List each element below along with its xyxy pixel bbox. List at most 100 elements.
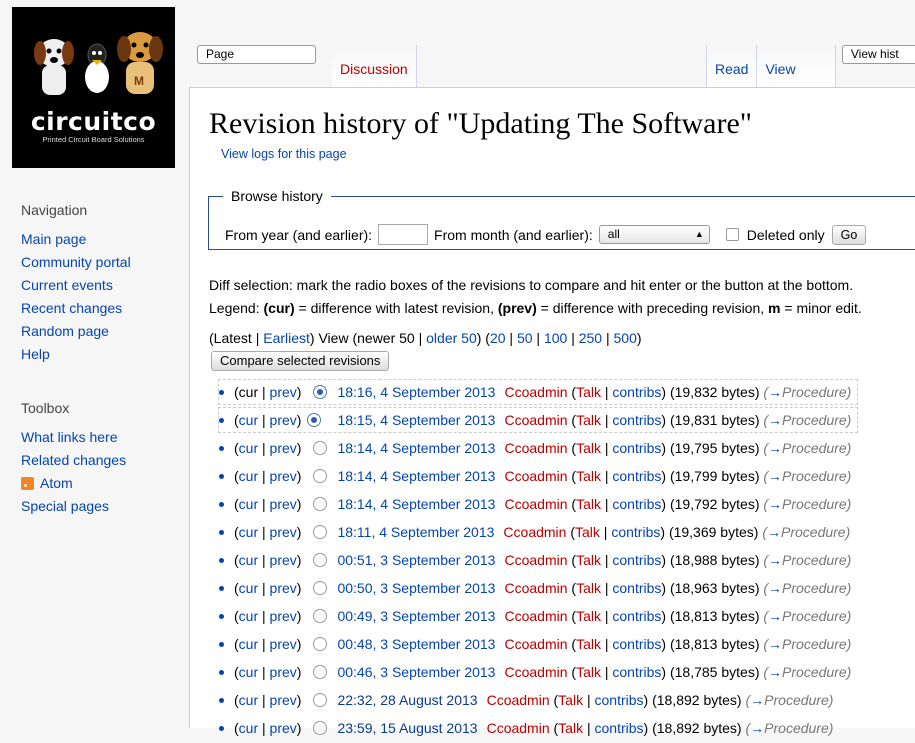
- cur-link[interactable]: cur: [239, 580, 258, 596]
- site-logo[interactable]: M circuitco Printed Circuit Board Soluti…: [12, 7, 175, 168]
- cur-link[interactable]: cur: [239, 468, 258, 484]
- revision-radio[interactable]: [313, 665, 328, 679]
- go-button[interactable]: Go: [831, 224, 867, 245]
- section-arrow-icon[interactable]: →: [768, 632, 782, 656]
- revision-timestamp[interactable]: 00:50, 3 September 2013: [337, 576, 495, 600]
- prev-link[interactable]: prev: [270, 524, 297, 540]
- section-arrow-icon[interactable]: →: [768, 436, 782, 460]
- prev-link[interactable]: prev: [270, 720, 297, 736]
- revision-timestamp[interactable]: 18:16, 4 September 2013: [337, 380, 495, 404]
- pager-limit-50[interactable]: 50: [517, 330, 533, 346]
- nav-main-page[interactable]: Main page: [21, 231, 86, 247]
- revision-radio[interactable]: [313, 553, 328, 567]
- cur-link[interactable]: cur: [239, 636, 258, 652]
- user-talk-link[interactable]: Talk: [576, 660, 601, 684]
- revision-user[interactable]: Ccoadmin: [504, 660, 567, 684]
- cur-link[interactable]: cur: [239, 440, 258, 456]
- nav-current-events[interactable]: Current events: [21, 277, 113, 293]
- revision-radio[interactable]: [313, 469, 328, 483]
- user-talk-link[interactable]: Talk: [576, 492, 601, 516]
- user-contribs-link[interactable]: contribs: [595, 716, 644, 740]
- cur-link[interactable]: cur: [239, 412, 258, 428]
- revision-timestamp[interactable]: 22:32, 28 August 2013: [337, 688, 477, 712]
- user-contribs-link[interactable]: contribs: [611, 520, 660, 544]
- user-talk-link[interactable]: Talk: [576, 548, 601, 572]
- nav-recent-changes[interactable]: Recent changes: [21, 300, 122, 316]
- tab-page[interactable]: Page: [197, 45, 316, 64]
- view-logs-link[interactable]: View logs for this page: [221, 147, 347, 161]
- section-arrow-icon[interactable]: →: [768, 548, 782, 572]
- cur-link[interactable]: cur: [239, 608, 258, 624]
- section-arrow-icon[interactable]: →: [768, 380, 782, 404]
- toolbox-atom[interactable]: Atom: [40, 475, 73, 491]
- prev-link[interactable]: prev: [270, 552, 297, 568]
- revision-user[interactable]: Ccoadmin: [504, 380, 567, 404]
- revision-user[interactable]: Ccoadmin: [503, 520, 566, 544]
- user-contribs-link[interactable]: contribs: [595, 688, 644, 712]
- prev-link[interactable]: prev: [270, 412, 297, 428]
- revision-user[interactable]: Ccoadmin: [504, 604, 567, 628]
- revision-user[interactable]: Ccoadmin: [504, 436, 567, 460]
- revision-radio[interactable]: [313, 581, 328, 595]
- revision-radio[interactable]: [313, 385, 328, 399]
- section-arrow-icon[interactable]: →: [767, 520, 781, 544]
- revision-user[interactable]: Ccoadmin: [504, 576, 567, 600]
- section-arrow-icon[interactable]: →: [768, 604, 782, 628]
- user-talk-link[interactable]: Talk: [576, 408, 601, 432]
- section-arrow-icon[interactable]: →: [768, 408, 782, 432]
- user-contribs-link[interactable]: contribs: [612, 464, 661, 488]
- toolbox-what-links-here[interactable]: What links here: [21, 429, 117, 445]
- tab-read[interactable]: Read: [706, 45, 758, 88]
- pager-limit-20[interactable]: 20: [490, 330, 506, 346]
- revision-user[interactable]: Ccoadmin: [487, 716, 550, 740]
- revision-timestamp[interactable]: 00:48, 3 September 2013: [337, 632, 495, 656]
- nav-random-page[interactable]: Random page: [21, 323, 109, 339]
- cur-link[interactable]: cur: [239, 720, 258, 736]
- pager-older[interactable]: older 50: [426, 330, 477, 346]
- revision-radio[interactable]: [313, 441, 328, 455]
- user-talk-link[interactable]: Talk: [558, 688, 583, 712]
- prev-link[interactable]: prev: [270, 692, 297, 708]
- revision-timestamp[interactable]: 00:49, 3 September 2013: [337, 604, 495, 628]
- cur-link[interactable]: cur: [239, 552, 258, 568]
- cur-link[interactable]: cur: [239, 524, 258, 540]
- pager-limit-500[interactable]: 500: [614, 330, 637, 346]
- prev-link[interactable]: prev: [270, 608, 297, 624]
- tab-view-history[interactable]: View hist: [841, 45, 915, 64]
- section-arrow-icon[interactable]: →: [768, 576, 782, 600]
- user-talk-link[interactable]: Talk: [576, 632, 601, 656]
- user-contribs-link[interactable]: contribs: [612, 660, 661, 684]
- revision-timestamp[interactable]: 18:14, 4 September 2013: [337, 464, 495, 488]
- user-contribs-link[interactable]: contribs: [612, 576, 661, 600]
- user-talk-link[interactable]: Talk: [576, 604, 601, 628]
- revision-timestamp[interactable]: 18:11, 4 September 2013: [337, 520, 494, 544]
- tab-discussion[interactable]: Discussion: [332, 45, 417, 88]
- pager-limit-100[interactable]: 100: [544, 330, 567, 346]
- year-input[interactable]: [378, 224, 429, 245]
- revision-radio[interactable]: [313, 609, 328, 623]
- revision-radio[interactable]: [313, 497, 328, 511]
- user-contribs-link[interactable]: contribs: [612, 492, 661, 516]
- user-contribs-link[interactable]: contribs: [612, 604, 661, 628]
- pager-limit-250[interactable]: 250: [579, 330, 602, 346]
- cur-link[interactable]: cur: [239, 664, 258, 680]
- prev-link[interactable]: prev: [270, 496, 297, 512]
- user-talk-link[interactable]: Talk: [576, 576, 601, 600]
- revision-user[interactable]: Ccoadmin: [504, 548, 567, 572]
- user-contribs-link[interactable]: contribs: [612, 436, 661, 460]
- revision-radio[interactable]: [313, 637, 328, 651]
- user-talk-link[interactable]: Talk: [558, 716, 583, 740]
- revision-timestamp[interactable]: 23:59, 15 August 2013: [337, 716, 477, 740]
- deleted-only-checkbox[interactable]: [725, 228, 739, 241]
- revision-user[interactable]: Ccoadmin: [504, 464, 567, 488]
- revision-user[interactable]: Ccoadmin: [504, 408, 567, 432]
- section-arrow-icon[interactable]: →: [768, 660, 782, 684]
- revision-user[interactable]: Ccoadmin: [504, 492, 567, 516]
- compare-revisions-button[interactable]: Compare selected revisions: [211, 351, 390, 371]
- nav-community-portal[interactable]: Community portal: [21, 254, 131, 270]
- revision-timestamp[interactable]: 00:51, 3 September 2013: [337, 548, 495, 572]
- revision-timestamp[interactable]: 18:15, 4 September 2013: [337, 408, 495, 432]
- section-arrow-icon[interactable]: →: [768, 492, 782, 516]
- user-contribs-link[interactable]: contribs: [612, 548, 661, 572]
- tab-view-source[interactable]: View source: [757, 45, 836, 125]
